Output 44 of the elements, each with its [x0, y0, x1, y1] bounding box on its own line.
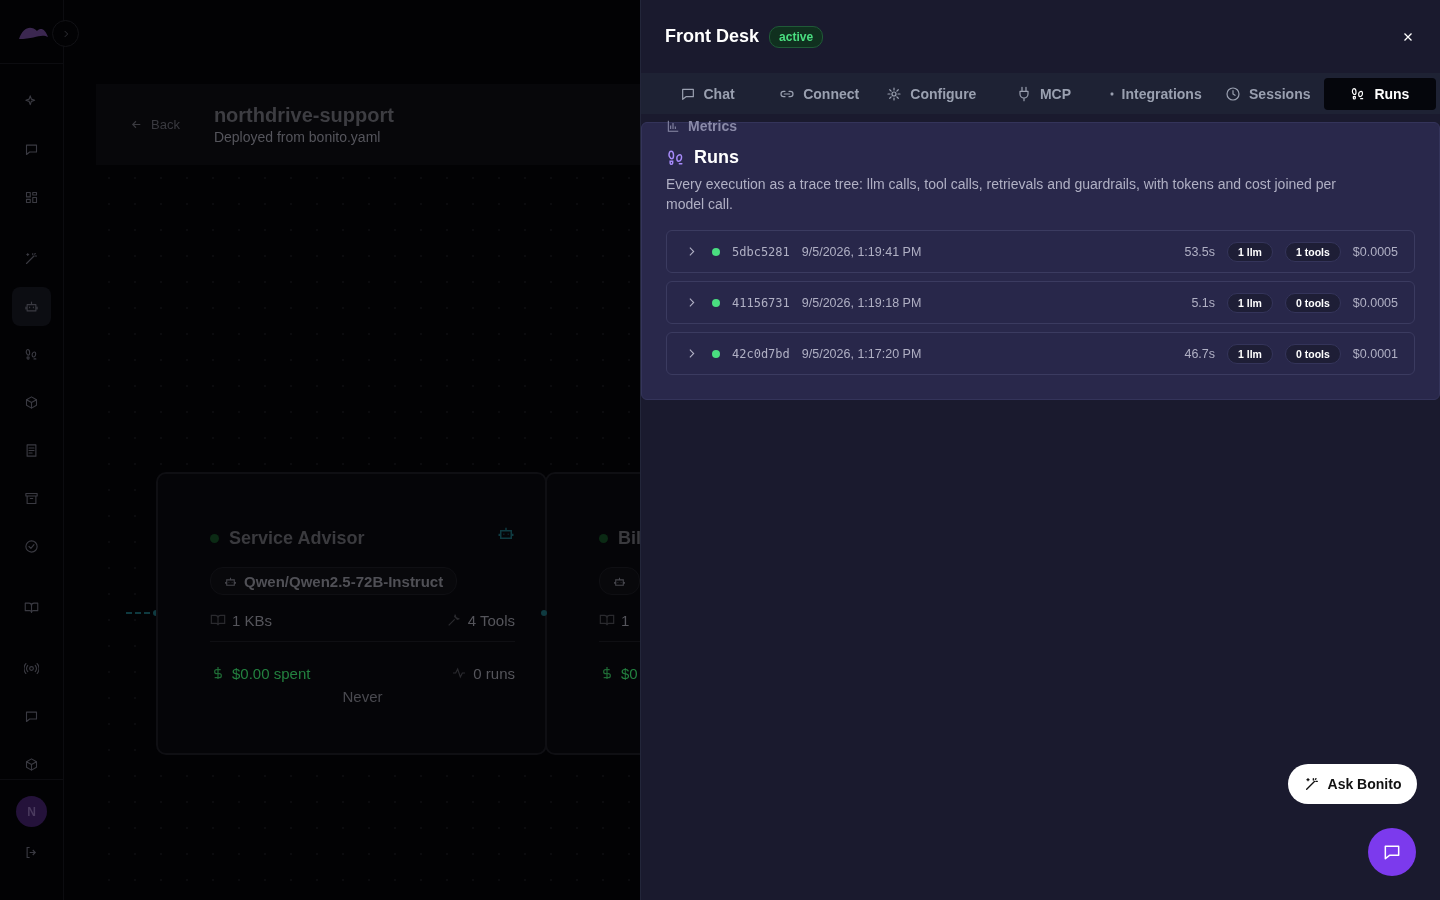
ask-bonito-button[interactable]: Ask Bonito [1288, 764, 1417, 804]
run-cost: $0.0005 [1352, 295, 1398, 310]
page-title: northdrive-support [213, 104, 394, 127]
run-count: 0 runs [451, 664, 515, 682]
metrics-label: Metrics [666, 118, 738, 134]
page-subtitle: Deployed from bonito.yaml [213, 129, 382, 145]
run-row[interactable]: 41156731 9/5/2026, 1:19:18 PM 5.1s 1 llm 0 tools $0.0005 [666, 281, 1415, 324]
run-id: 5dbc5281 [732, 244, 790, 259]
tab[interactable]: Sessions [1211, 77, 1324, 110]
tab[interactable]: Chat [651, 77, 764, 110]
run-time: 9/5/2026, 1:17:20 PM [801, 346, 923, 361]
llm-count-badge: 1 llm [1227, 292, 1273, 313]
kb-count: 1 KBs [210, 611, 273, 629]
run-time: 9/5/2026, 1:19:41 PM [801, 244, 923, 259]
llm-count-badge: 1 llm [1227, 241, 1273, 262]
model-pill: Qwen/Qwen2.5-72B-Instruct [210, 567, 458, 595]
tool-count-badge: 1 tools [1284, 241, 1341, 262]
tool-count-badge: 0 tools [1284, 343, 1341, 364]
status-badge: active [769, 25, 824, 48]
section-description: Every execution as a trace tree: llm calls, tool calls, retrievals and guardrails, with tokens and cost joined per model call. [666, 175, 1337, 214]
spent-amount: $0.00 spent [210, 664, 311, 682]
run-duration: 5.1s [1191, 295, 1216, 310]
tab[interactable]: Configure [875, 77, 988, 110]
section-title: Runs [694, 147, 739, 168]
spent-amount: $0 [599, 664, 638, 682]
run-row[interactable]: 5dbc5281 9/5/2026, 1:19:41 PM 53.5s 1 llm 1 tools $0.0005 [666, 230, 1415, 273]
run-id: 41156731 [732, 295, 790, 310]
last-run: Never [342, 688, 383, 705]
run-row[interactable]: 42c0d7bd 9/5/2026, 1:17:20 PM 46.7s 1 llm 0 tools $0.0001 [666, 332, 1415, 375]
tool-count: 4 Tools [445, 611, 515, 629]
run-duration: 53.5s [1184, 244, 1216, 259]
run-cost: $0.0001 [1352, 346, 1398, 361]
kb-count: 1 [599, 611, 630, 629]
llm-count-badge: 1 llm [1227, 343, 1273, 364]
tab[interactable]: Runs [1323, 77, 1436, 110]
drawer-title: Front Desk [665, 26, 760, 47]
run-cost: $0.0005 [1352, 244, 1398, 259]
tab[interactable]: Connect [763, 77, 876, 110]
tab[interactable]: Integrations [1099, 77, 1212, 110]
tab[interactable]: MCP [987, 77, 1100, 110]
tool-count-badge: 0 tools [1284, 292, 1341, 313]
run-id: 42c0d7bd [732, 346, 790, 361]
run-duration: 46.7s [1184, 346, 1216, 361]
run-time: 9/5/2026, 1:19:18 PM [801, 295, 923, 310]
